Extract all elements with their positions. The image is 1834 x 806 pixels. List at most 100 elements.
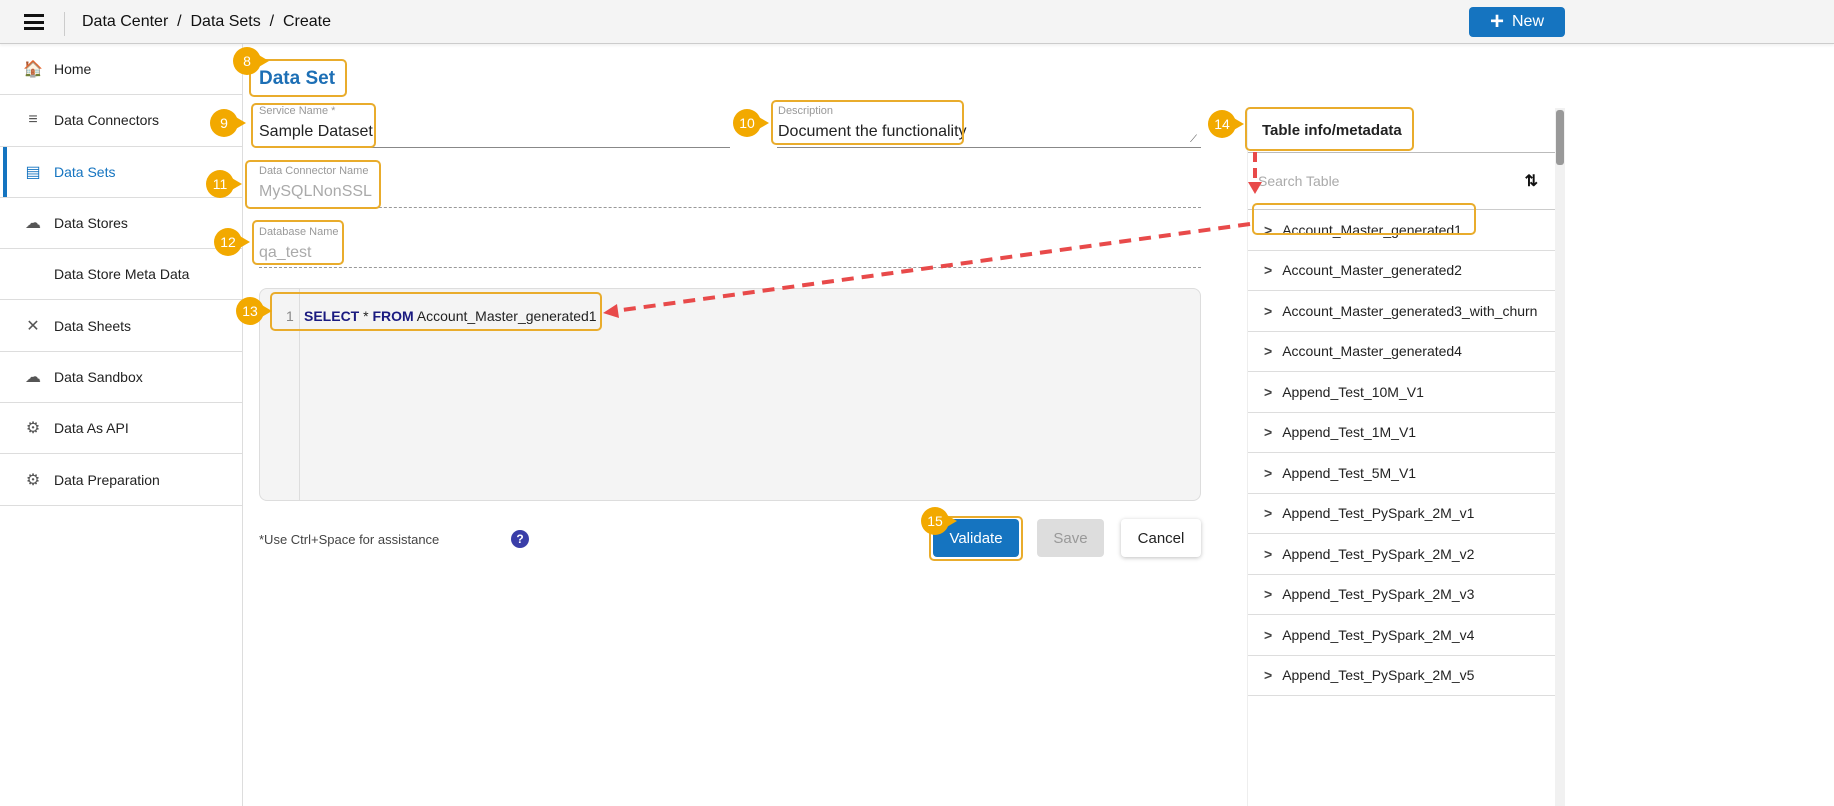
table-list-item[interactable]: > Account_Master_generated3_with_churn — [1248, 291, 1556, 332]
line-number: 1 — [286, 308, 294, 324]
chevron-right-icon[interactable]: > — [1264, 465, 1272, 481]
sql-editor[interactable]: 1 SELECT * FROM Account_Master_generated… — [259, 288, 1201, 501]
sidebar-item-label: Data Preparation — [54, 471, 160, 488]
page-title: Data Set — [259, 68, 336, 89]
chevron-right-icon[interactable]: > — [1264, 546, 1272, 562]
sidebar-item-label: Data Sets — [54, 163, 116, 180]
sidebar-item-label: Data As API — [54, 420, 129, 437]
table-list-item[interactable]: > Append_Test_PySpark_2M_v2 — [1248, 534, 1556, 575]
search-table-input[interactable]: Search Table ⇅ — [1248, 153, 1556, 210]
sidebar-item-data-store-meta-data[interactable]: Data Store Meta Data — [0, 249, 242, 301]
table-name: Append_Test_5M_V1 — [1282, 464, 1417, 481]
sidebar: 🏠 Home ≡ Data Connectors ▤ Data Sets ☁ Data Sto… — [0, 44, 243, 806]
cloud-icon: ☁ — [25, 368, 41, 386]
chevron-right-icon[interactable]: > — [1264, 222, 1272, 238]
chevron-right-icon[interactable]: > — [1264, 343, 1272, 359]
sidebar-item-data-sets[interactable]: ▤ Data Sets — [0, 146, 242, 198]
chevron-right-icon[interactable]: > — [1264, 303, 1272, 319]
description-field[interactable]: Description Document the functionality — [778, 105, 1198, 141]
sidebar-item-label: Data Store Meta Data — [54, 266, 190, 283]
table-name: Account_Master_generated1 — [1282, 221, 1462, 238]
data-connector-field: Data Connector Name MySQLNonSSL — [259, 165, 372, 201]
table-name: Account_Master_generated2 — [1282, 262, 1462, 279]
sidebar-item-label: Data Sheets — [54, 317, 132, 334]
table-list-item[interactable]: > Append_Test_1M_V1 — [1248, 413, 1556, 453]
database-value: qa_test — [259, 244, 312, 261]
prep-gear-icon: ⚙ — [25, 471, 41, 489]
sheets-icon: ✕ — [26, 317, 40, 335]
panel-title: Table info/metadata — [1248, 108, 1556, 153]
sort-icon[interactable]: ⇅ — [1525, 171, 1538, 191]
table-list-item[interactable]: > Append_Test_PySpark_2M_v4 — [1248, 615, 1556, 656]
sidebar-item-data-sandbox[interactable]: ☁ Data Sandbox — [0, 352, 242, 404]
table-list-item[interactable]: > Append_Test_PySpark_2M_v5 — [1248, 656, 1556, 696]
table-name: Append_Test_PySpark_2M_v1 — [1282, 505, 1475, 522]
sidebar-item-data-as-api[interactable]: ⚙ Data As API — [0, 403, 242, 455]
connector-label: Data Connector Name — [259, 165, 369, 177]
table-list-item[interactable]: > Account_Master_generated4 — [1248, 332, 1556, 372]
sidebar-item-data-sheets[interactable]: ✕ Data Sheets — [0, 300, 242, 352]
table-list-item[interactable]: > Append_Test_PySpark_2M_v1 — [1248, 494, 1556, 534]
table-name: Account_Master_generated1 — [413, 308, 597, 324]
service-name-field[interactable]: Service Name * Sample Dataset — [259, 105, 729, 141]
db-code-icon — [20, 261, 46, 287]
connector-value: MySQLNonSSL — [259, 183, 372, 200]
table-name: Account_Master_generated3_with_churn — [1282, 302, 1538, 319]
scrollbar[interactable] — [1555, 108, 1565, 806]
line-gutter — [260, 289, 300, 500]
chevron-right-icon[interactable]: > — [1264, 384, 1272, 400]
help-icon[interactable]: ? — [511, 530, 529, 548]
cancel-button[interactable]: Cancel — [1121, 519, 1201, 557]
table-name: Append_Test_10M_V1 — [1282, 383, 1424, 400]
description-label: Description — [778, 105, 834, 117]
table-name: Account_Master_generated4 — [1282, 343, 1462, 360]
annotation-badge: 8 — [233, 47, 269, 75]
table-name: Append_Test_1M_V1 — [1282, 424, 1417, 441]
table-list-item[interactable]: > Account_Master_generated2 — [1248, 251, 1556, 291]
hamburger-menu-icon[interactable] — [24, 14, 44, 30]
table-list-item[interactable]: > Append_Test_10M_V1 — [1248, 372, 1556, 413]
service-name-label: Service Name * — [259, 105, 336, 117]
annotation-badge: 14 — [1208, 110, 1244, 138]
sidebar-item-label: Data Sandbox — [54, 368, 143, 385]
plus-icon: + — [1489, 8, 1504, 35]
sql-code[interactable]: SELECT * FROM Account_Master_generated1 — [304, 308, 597, 324]
sidebar-item-data-stores[interactable]: ☁ Data Stores — [0, 198, 242, 250]
table-name: Append_Test_PySpark_2M_v4 — [1282, 626, 1475, 643]
table-list-item[interactable]: > Account_Master_generated1 — [1248, 210, 1556, 251]
scrollbar-thumb[interactable] — [1556, 110, 1564, 165]
database-network-icon: ≡ — [28, 111, 38, 129]
chevron-right-icon[interactable]: > — [1264, 586, 1272, 602]
breadcrumb: Data Center / Data Sets / Create — [82, 13, 331, 30]
chevron-right-icon[interactable]: > — [1264, 262, 1272, 278]
star: * — [359, 308, 373, 324]
sidebar-item-home[interactable]: 🏠 Home — [0, 44, 242, 96]
sidebar-item-data-connectors[interactable]: ≡ Data Connectors — [0, 95, 242, 147]
sidebar-item-label: Data Connectors — [54, 112, 160, 129]
search-placeholder: Search Table — [1258, 173, 1340, 189]
chevron-right-icon[interactable]: > — [1264, 505, 1272, 521]
server-icon: ▤ — [25, 163, 41, 181]
sidebar-item-label: Data Stores — [54, 215, 128, 232]
chevron-right-icon[interactable]: > — [1264, 627, 1272, 643]
table-name: Append_Test_PySpark_2M_v5 — [1282, 667, 1475, 684]
table-list-item[interactable]: > Append_Test_5M_V1 — [1248, 453, 1556, 494]
sidebar-item-label: Home — [54, 61, 92, 78]
table-info-panel: Table info/metadata Search Table ⇅ > Accou… — [1247, 108, 1556, 806]
save-button: Save — [1037, 519, 1104, 557]
annotation-badge: 15 — [921, 507, 957, 535]
api-gear-icon: ⚙ — [25, 420, 41, 438]
keyword-select: SELECT — [304, 308, 360, 324]
chevron-right-icon[interactable]: > — [1264, 424, 1272, 440]
new-label: New — [1512, 13, 1545, 30]
chevron-right-icon[interactable]: > — [1264, 667, 1272, 683]
sidebar-item-data-preparation[interactable]: ⚙ Data Preparation — [0, 454, 242, 506]
divider — [64, 12, 65, 36]
resize-handle-icon[interactable]: ⟋ — [1190, 134, 1197, 145]
top-bar: Data Center / Data Sets / Create + New — [0, 0, 1834, 44]
new-button[interactable]: + New — [1469, 7, 1565, 37]
service-name-input[interactable]: Sample Dataset — [259, 123, 729, 141]
description-input[interactable]: Document the functionality — [778, 123, 1198, 141]
table-name: Append_Test_PySpark_2M_v3 — [1282, 586, 1475, 603]
table-list-item[interactable]: > Append_Test_PySpark_2M_v3 — [1248, 575, 1556, 615]
